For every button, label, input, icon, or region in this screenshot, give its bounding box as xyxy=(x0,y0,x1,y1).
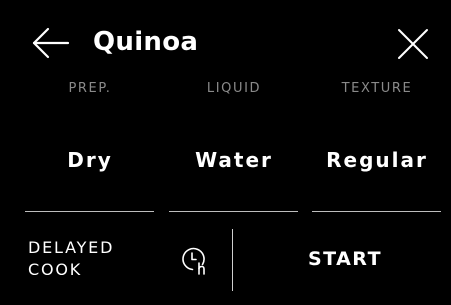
clock-hours-icon xyxy=(182,247,205,275)
prep-selector[interactable]: Dry xyxy=(20,142,160,178)
delayed-cook-label-line1: DELAYED xyxy=(28,238,115,257)
start-button[interactable]: START xyxy=(290,244,400,274)
delay-timer-button[interactable] xyxy=(180,247,212,277)
prep-underline xyxy=(25,211,154,212)
arrow-left-icon xyxy=(32,27,70,59)
texture-selector[interactable]: Regular xyxy=(307,142,447,178)
prep-label: PREP. xyxy=(68,81,112,96)
back-button[interactable] xyxy=(30,26,70,60)
delayed-cook-button[interactable]: DELAYED COOK xyxy=(28,237,114,281)
cooking-settings-screen: Quinoa PREP. LIQUID TEXTURE Dry Water Re… xyxy=(0,0,451,305)
liquid-selector[interactable]: Water xyxy=(164,142,304,178)
texture-underline xyxy=(312,211,441,212)
page-title: Quinoa xyxy=(93,27,199,57)
liquid-label: LIQUID xyxy=(206,81,262,96)
footer-divider xyxy=(232,229,233,291)
close-button[interactable] xyxy=(393,27,431,61)
delayed-cook-label-line2: COOK xyxy=(28,260,83,279)
close-icon xyxy=(398,29,428,59)
texture-label: TEXTURE xyxy=(341,81,413,96)
liquid-underline xyxy=(169,211,298,212)
